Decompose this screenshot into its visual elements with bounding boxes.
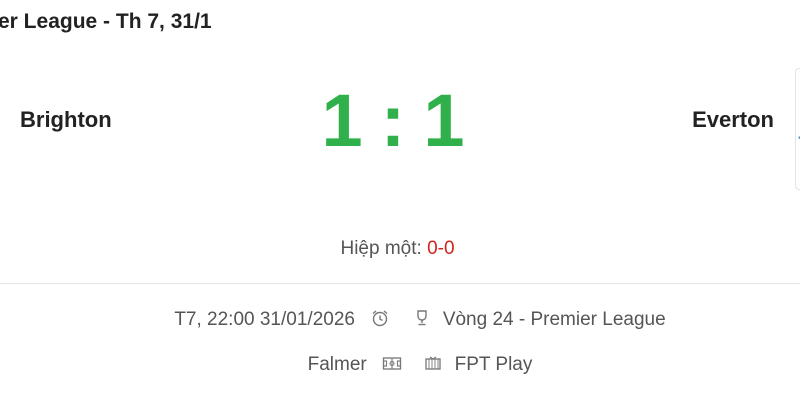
- match-info-row-venue: Falmer FPT Play: [0, 354, 800, 376]
- page-title: er League - Th 7, 31/1: [0, 10, 212, 33]
- halftime-score: 0-0: [427, 238, 455, 259]
- halftime-label: Hiệp một:: [340, 238, 422, 259]
- score-separator: :: [380, 79, 410, 162]
- tv-icon: [424, 356, 442, 372]
- match-datetime: T7, 22:00 31/01/2026: [174, 309, 355, 330]
- side-panel-edge[interactable]: •: [795, 68, 800, 190]
- scoreboard: 1:1: [0, 78, 790, 163]
- section-divider: [0, 283, 800, 284]
- halftime-result: Hiệp một: 0-0: [0, 238, 795, 260]
- match-broadcaster[interactable]: FPT Play: [455, 354, 533, 375]
- stadium-pitch-icon: [382, 356, 402, 372]
- match-venue: Falmer: [307, 354, 367, 375]
- away-team-name[interactable]: Everton: [692, 107, 774, 133]
- match-round[interactable]: Vòng 24 - Premier League: [443, 309, 666, 330]
- match-detail-page: er League - Th 7, 31/1 Brighton 1:1 Ever…: [0, 0, 800, 400]
- match-info-row-time: T7, 22:00 31/01/2026 Vòng 24 - Premier L…: [0, 309, 800, 331]
- away-score: 1: [423, 79, 469, 162]
- alarm-clock-icon: [370, 309, 390, 327]
- home-score: 1: [321, 79, 367, 162]
- trophy-icon: [413, 309, 431, 327]
